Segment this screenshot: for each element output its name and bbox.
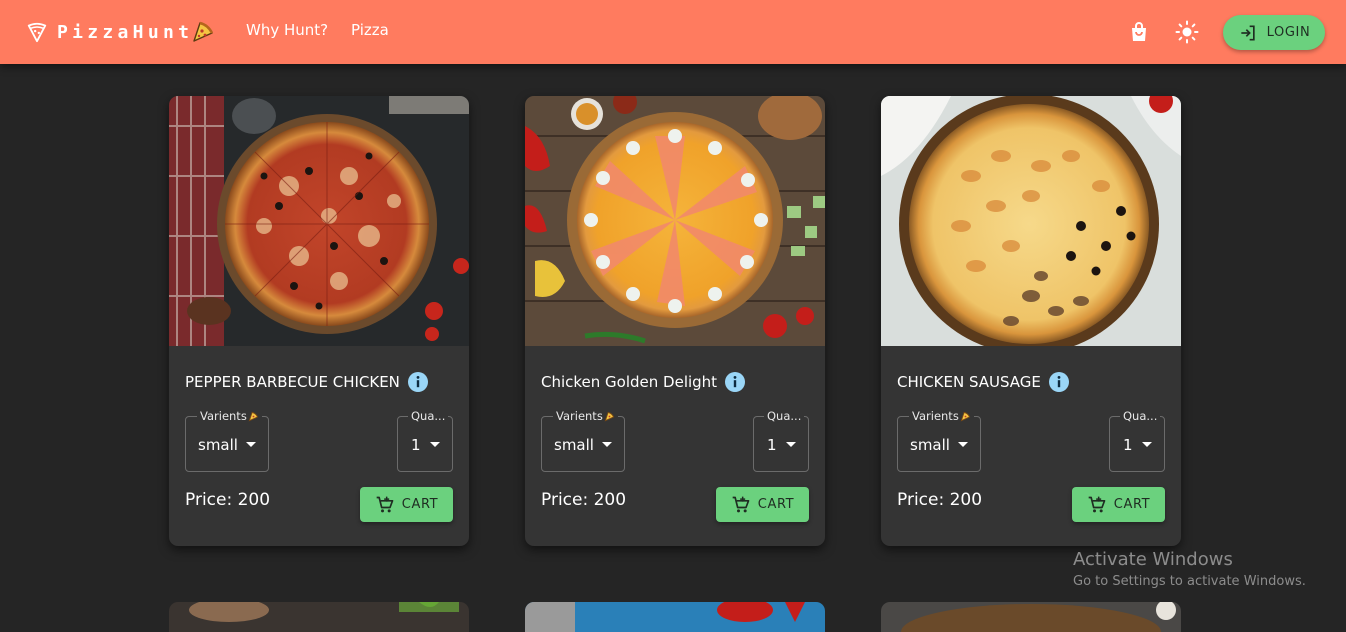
quantity-select[interactable]: Qua... 1: [1109, 409, 1165, 472]
card-title-row: CHICKEN SAUSAGE: [897, 370, 1069, 394]
product-card: PEPPER BARBECUE CHICKEN Varients small Q…: [169, 96, 469, 546]
brand[interactable]: PizzaHunt: [26, 18, 215, 46]
chevron-down-icon: [1142, 442, 1152, 447]
quantity-select[interactable]: Qua... 1: [753, 409, 809, 472]
cart-label: CART: [1113, 497, 1151, 512]
variant-select[interactable]: Varients small: [185, 409, 269, 472]
pizza-image: [169, 602, 469, 632]
activation-watermark-subtitle: Go to Settings to activate Windows.: [1073, 574, 1306, 589]
pizza-image: [525, 602, 825, 632]
variant-value: small: [198, 436, 238, 454]
chevron-down-icon: [430, 442, 440, 447]
nav-link-why-hunt[interactable]: Why Hunt?: [246, 21, 328, 39]
variant-label: Varients: [200, 409, 247, 423]
pizza-slice-icon: [193, 21, 214, 42]
add-to-cart-button[interactable]: CART: [360, 487, 453, 522]
variant-value: small: [554, 436, 594, 454]
sun-icon[interactable]: [1175, 20, 1199, 44]
pizza-image: [881, 602, 1181, 632]
add-to-cart-button[interactable]: CART: [1072, 487, 1165, 522]
app-bar: PizzaHunt Why Hunt? Pizza LOGIN: [0, 0, 1346, 64]
product-name: PEPPER BARBECUE CHICKEN: [185, 373, 400, 391]
chevron-down-icon: [246, 442, 256, 447]
pizza-slice-icon: [604, 411, 615, 421]
pizza-image: [525, 96, 825, 346]
variant-label: Varients: [912, 409, 959, 423]
quantity-value: 1: [1123, 436, 1133, 454]
cart-label: CART: [757, 497, 795, 512]
quantity-select[interactable]: Qua... 1: [397, 409, 453, 472]
product-card: CHICKEN SAUSAGE Varients small Qua... 1 …: [881, 96, 1181, 546]
cart-label: CART: [401, 497, 439, 512]
add-cart-icon: [1088, 496, 1106, 512]
pizza-slice-icon: [960, 411, 971, 421]
nav-link-pizza[interactable]: Pizza: [351, 21, 389, 39]
info-icon[interactable]: [407, 372, 428, 392]
variant-label: Varients: [556, 409, 603, 423]
info-icon[interactable]: [1048, 372, 1069, 392]
add-cart-icon: [376, 496, 394, 512]
quantity-label: Qua...: [1120, 409, 1160, 423]
quantity-label: Qua...: [764, 409, 804, 423]
pizza-image: [881, 96, 1181, 346]
chevron-down-icon: [786, 442, 796, 447]
card-title-row: PEPPER BARBECUE CHICKEN: [185, 370, 428, 394]
variant-label-wrap: Varients: [197, 409, 262, 423]
quantity-label: Qua...: [408, 409, 448, 423]
pizza-logo-icon: [27, 22, 47, 43]
pizza-image: [169, 96, 469, 346]
card-title-row: Chicken Golden Delight: [541, 370, 746, 394]
variant-select[interactable]: Varients small: [541, 409, 625, 472]
login-icon: [1241, 25, 1255, 40]
activation-watermark-title: Activate Windows: [1073, 549, 1233, 570]
quantity-value: 1: [767, 436, 777, 454]
variant-value: small: [910, 436, 950, 454]
chevron-down-icon: [602, 442, 612, 447]
price-text: Price: 200: [541, 490, 627, 510]
add-to-cart-button[interactable]: CART: [716, 487, 809, 522]
product-name: Chicken Golden Delight: [541, 373, 718, 391]
shopping-bag-icon[interactable]: [1127, 20, 1151, 44]
variant-select[interactable]: Varients small: [897, 409, 981, 472]
quantity-value: 1: [411, 436, 421, 454]
brand-name: PizzaHunt: [57, 21, 194, 43]
info-icon[interactable]: [725, 372, 746, 392]
login-label: LOGIN: [1266, 25, 1311, 40]
product-name: CHICKEN SAUSAGE: [897, 373, 1041, 391]
price-text: Price: 200: [185, 490, 271, 510]
pizza-slice-icon: [248, 411, 259, 421]
chevron-down-icon: [958, 442, 968, 447]
price-text: Price: 200: [897, 490, 983, 510]
login-button[interactable]: LOGIN: [1223, 15, 1325, 50]
variant-label-wrap: Varients: [909, 409, 974, 423]
variant-label-wrap: Varients: [553, 409, 618, 423]
add-cart-icon: [732, 496, 750, 512]
product-card: Chicken Golden Delight Varients small Qu…: [525, 96, 825, 546]
